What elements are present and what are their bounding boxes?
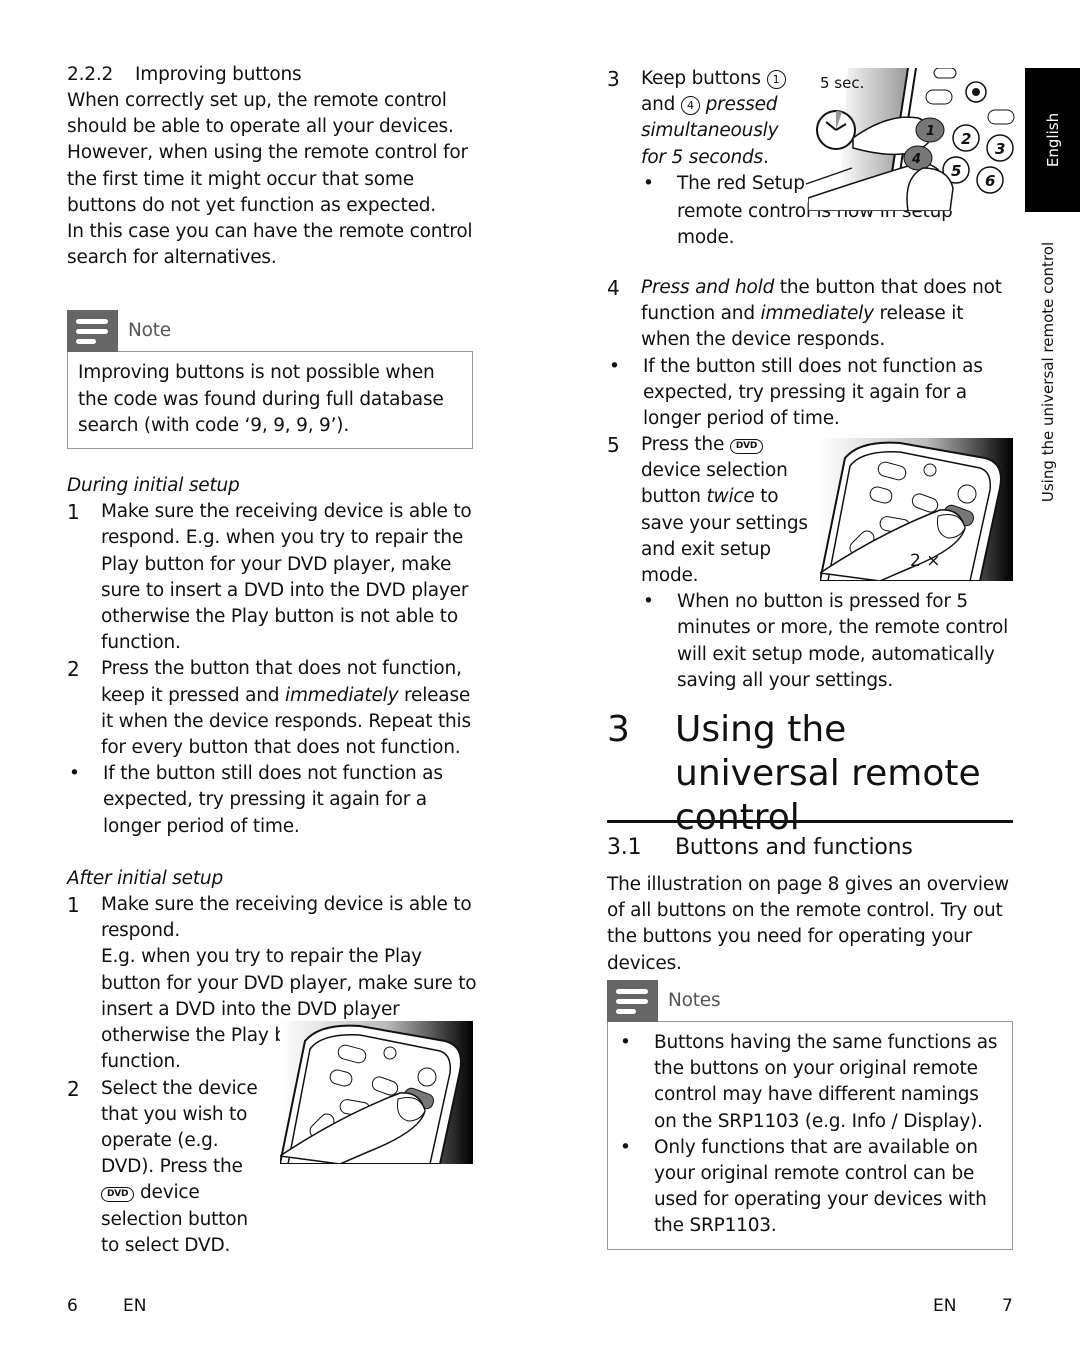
- timer-label: 5 sec.: [820, 74, 864, 92]
- section-heading-2-2-2: 2.2.2 Improving buttons: [67, 62, 477, 88]
- key-label: 2: [961, 130, 971, 148]
- footer-lang-right: EN: [933, 1296, 957, 1316]
- notes-title: Notes: [668, 989, 721, 1011]
- callout-line: [805, 166, 853, 186]
- step-text-part: Keep buttons: [641, 68, 767, 89]
- step-number: 5: [607, 433, 620, 457]
- step-4: 4 Press and hold the button that does no…: [607, 275, 1017, 432]
- step-number: 2: [67, 657, 80, 682]
- footer-lang-left: EN: [123, 1296, 147, 1316]
- note-title: Note: [128, 320, 171, 342]
- step-text-line: Make sure the receiving device is able t…: [101, 894, 472, 942]
- step-text-part: and: [641, 94, 681, 116]
- footer-page-number-right: 7: [1002, 1296, 1013, 1316]
- language-tab-label: English: [1043, 112, 1062, 168]
- footer-page-number-left: 6: [67, 1296, 78, 1316]
- remote-illustration-dvd-select: [280, 1021, 473, 1164]
- bullet-glyph: •: [643, 172, 654, 194]
- step-text-part: Press the: [641, 434, 730, 455]
- section-title: Improving buttons: [135, 64, 302, 85]
- section-3-1: 3.1 Buttons and functions The illustrati…: [607, 834, 1017, 977]
- bullet-text: If the button still does not function as…: [643, 355, 983, 430]
- bullet-item: • When no button is pressed for 5 minute…: [607, 589, 1017, 694]
- notes-item-text: Buttons having the same functions as the…: [654, 1032, 998, 1132]
- section-title: Buttons and functions: [675, 835, 913, 860]
- during-setup-heading: During initial setup: [67, 475, 240, 497]
- step-text-part: Select the device that you wish to opera…: [101, 1077, 258, 1178]
- language-tab: English: [1025, 68, 1080, 212]
- step-text: Press the DVD device selection button tw…: [641, 432, 813, 589]
- section-number: 3.1: [607, 835, 642, 860]
- bullet-text: When no button is pressed for 5 minutes …: [677, 591, 1009, 691]
- emphasis: twice: [706, 486, 755, 508]
- step-text-part: .: [763, 146, 769, 168]
- section-text: The illustration on page 8 gives an over…: [607, 874, 1009, 974]
- step-item: 1 Make sure the receiving device is able…: [67, 499, 477, 656]
- key-label: 1: [926, 124, 935, 139]
- step-text: Press and hold the button that does not …: [641, 275, 1017, 354]
- bullet-item: • If the button still does not function …: [67, 761, 477, 840]
- press-count-label: 2 ×: [910, 551, 940, 571]
- callout-line-drawing: [805, 167, 853, 185]
- remote-illustration-dvd-twice: 2 ×: [820, 438, 1013, 581]
- step-text: Press the button that does not function,…: [101, 656, 477, 761]
- emphasis: immediately: [760, 303, 875, 325]
- after-setup-heading: After initial setup: [67, 867, 223, 889]
- intro-paragraph: When correctly set up, the remote contro…: [67, 90, 468, 216]
- step-text: Keep buttons 1 and 4 pressed simultaneou…: [641, 66, 806, 171]
- step-number: 4: [607, 276, 620, 300]
- step-number: 2: [67, 1076, 80, 1101]
- note-icon: [67, 310, 118, 353]
- step-number: 1: [67, 893, 80, 918]
- bullet-glyph: •: [609, 355, 620, 377]
- bullet-item: • If the button still does not function …: [607, 354, 1017, 433]
- step-text: Select the device that you wish to opera…: [101, 1076, 261, 1259]
- notes-item: • Only functions that are available on y…: [618, 1135, 1004, 1240]
- note-box: Improving buttons is not possible when t…: [67, 351, 473, 450]
- notes-box: • Buttons having the same functions as t…: [607, 1021, 1013, 1250]
- remote-drawing: 2 ×: [820, 438, 1013, 581]
- key-label: 6: [985, 172, 995, 190]
- step-number: 1: [67, 500, 80, 525]
- section-divider: [607, 820, 1013, 823]
- key-label: 4: [911, 152, 921, 167]
- bullet-glyph: •: [643, 591, 654, 613]
- bullet-glyph: •: [620, 1136, 631, 1158]
- notes-item-text: Only functions that are available on you…: [654, 1136, 987, 1237]
- step-number: 3: [607, 67, 620, 91]
- bullet-text: If the button still does not function as…: [103, 763, 443, 837]
- notes-callout: Notes • Buttons having the same function…: [607, 980, 1013, 1250]
- key-label: 3: [995, 140, 1005, 158]
- step-item: 2 Press the button that does not functio…: [67, 656, 477, 761]
- remote-drawing: [280, 1021, 473, 1164]
- step-text: Make sure the receiving device is able t…: [101, 501, 472, 654]
- key-label: 5: [951, 162, 961, 180]
- bullet-glyph: •: [620, 1032, 631, 1053]
- running-head: Using the universal remote control: [1039, 241, 1057, 503]
- section-number: 2.2.2: [67, 64, 114, 85]
- note-header: Note: [67, 310, 477, 353]
- intro-paragraph: In this case you can have the remote con…: [67, 221, 473, 269]
- key-1-icon: 1: [766, 70, 786, 89]
- bullet-glyph: •: [69, 763, 80, 785]
- emphasis: Press and hold: [641, 277, 775, 298]
- dvd-button-icon: DVD: [101, 1187, 135, 1203]
- note-text: Improving buttons is not possible when t…: [78, 362, 444, 436]
- note-icon: [607, 980, 658, 1022]
- dvd-button-icon: DVD: [729, 439, 764, 454]
- emphasis: immediately: [285, 684, 399, 706]
- key-4-icon: 4: [680, 96, 700, 116]
- notes-header: Notes: [607, 980, 1013, 1022]
- notes-item: • Buttons having the same functions as t…: [618, 1030, 1004, 1135]
